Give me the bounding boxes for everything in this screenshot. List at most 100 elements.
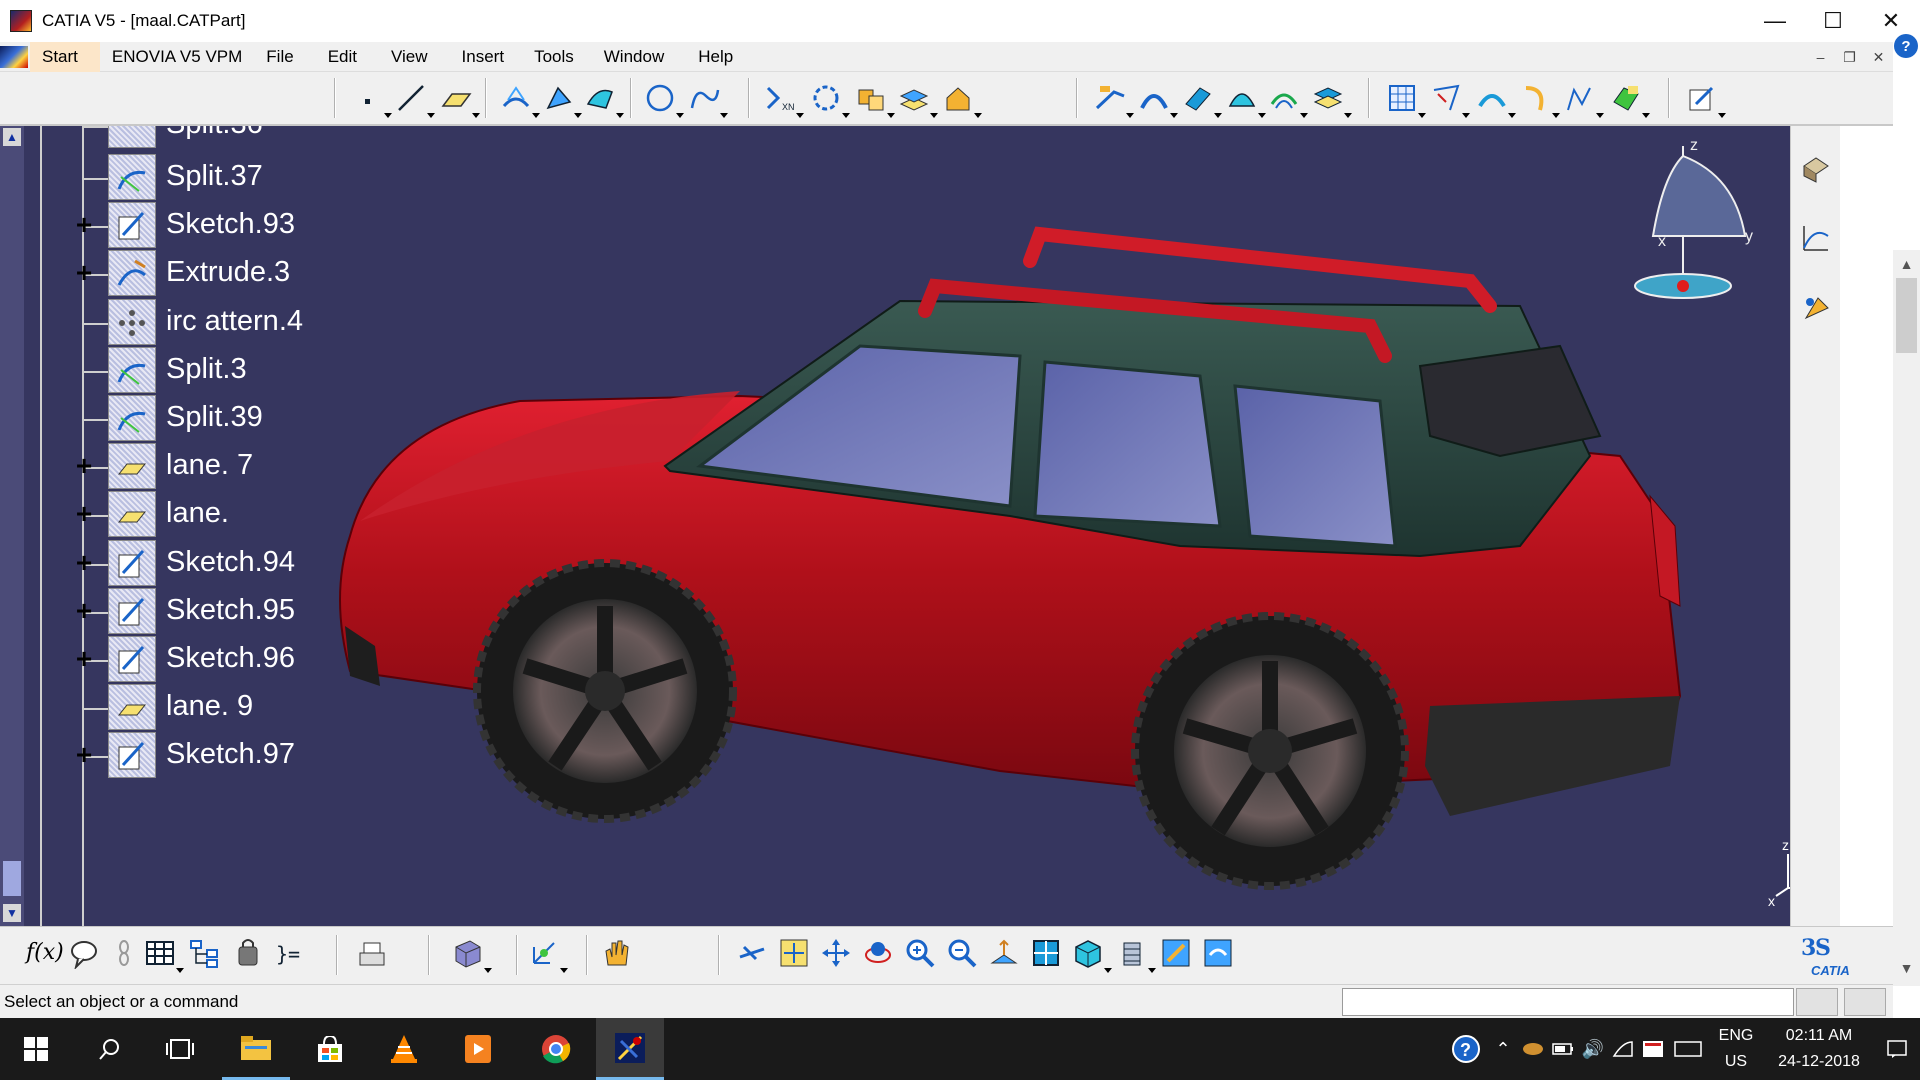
window-right-scrollbar[interactable]: ▲ ▼ xyxy=(1893,250,1920,986)
drive-icon[interactable] xyxy=(1518,1018,1548,1080)
spline-icon[interactable] xyxy=(688,82,728,118)
right-scroll-thumb[interactable] xyxy=(1896,278,1917,353)
menu-view[interactable]: View xyxy=(379,42,440,72)
zoom-out-icon[interactable] xyxy=(946,937,978,969)
3d-viewport[interactable]: ▲ ▼ Split.36 Split.37+Sketch.93+Extrude.… xyxy=(0,126,1840,926)
arc-connect-icon[interactable] xyxy=(1476,82,1516,118)
doc-close-button[interactable]: ✕ xyxy=(1864,49,1893,66)
comment-icon[interactable] xyxy=(68,937,100,971)
house-surface-icon[interactable] xyxy=(942,82,982,118)
normal-view-icon[interactable] xyxy=(988,937,1020,969)
right-scroll-down-icon[interactable]: ▼ xyxy=(1893,960,1920,976)
hook-curve-icon[interactable] xyxy=(1520,82,1560,118)
menu-help[interactable]: Help xyxy=(686,42,745,72)
part-body-icon[interactable] xyxy=(452,937,492,973)
sweep-icon[interactable] xyxy=(584,82,624,118)
chrome-icon[interactable] xyxy=(522,1018,590,1080)
vlc-icon[interactable] xyxy=(370,1018,438,1080)
line-icon[interactable] xyxy=(395,82,435,118)
revolve-icon[interactable] xyxy=(542,82,582,118)
rotate-icon[interactable] xyxy=(862,937,894,969)
keyboard-icon[interactable] xyxy=(1668,1018,1708,1080)
iso-view-icon[interactable] xyxy=(1072,937,1112,973)
right-scroll-up-icon[interactable]: ▲ xyxy=(1893,256,1920,272)
multi-view-icon[interactable] xyxy=(1030,937,1062,969)
input-language[interactable]: ENG US xyxy=(1708,1023,1764,1075)
battery-icon[interactable] xyxy=(1548,1018,1578,1080)
windows-start-icon[interactable] xyxy=(2,1018,70,1080)
compass-widget[interactable]: z x y xyxy=(1634,137,1753,299)
join-icon[interactable]: XN xyxy=(764,82,804,118)
minimize-button[interactable]: — xyxy=(1746,0,1804,42)
draft-analysis-icon[interactable] xyxy=(1564,82,1604,118)
menu-start[interactable]: Start xyxy=(30,41,100,72)
hierarchy-icon[interactable] xyxy=(188,937,220,969)
catia-menu-logo-icon[interactable] xyxy=(0,45,28,68)
stack-surfaces-icon[interactable] xyxy=(898,82,938,118)
fit-all-icon[interactable] xyxy=(778,937,810,969)
volume-icon[interactable]: 🔊 xyxy=(1578,1018,1608,1080)
car-model-render[interactable]: z x y z x y xyxy=(0,126,1840,926)
help-badge-icon[interactable]: ? xyxy=(1894,34,1918,58)
menu-window[interactable]: Window xyxy=(592,42,676,72)
curvature-icon[interactable] xyxy=(1430,82,1470,118)
fill-surface-icon[interactable] xyxy=(1226,82,1266,118)
knowledge-icon[interactable] xyxy=(232,937,264,969)
translate-icon[interactable] xyxy=(855,82,895,118)
catia-app-icon[interactable] xyxy=(10,10,32,32)
catalog-icon[interactable] xyxy=(356,937,388,969)
chevron-up-icon[interactable]: ⌃ xyxy=(1488,1018,1518,1080)
task-view-icon[interactable] xyxy=(146,1018,214,1080)
media-player-icon[interactable] xyxy=(444,1018,512,1080)
store-icon[interactable] xyxy=(296,1018,364,1080)
layers-icon[interactable] xyxy=(1312,82,1352,118)
compass-y-label: y xyxy=(1745,228,1753,245)
diamond-icon[interactable] xyxy=(1610,82,1650,118)
curve-analysis-icon[interactable] xyxy=(1800,222,1832,254)
plane-icon[interactable] xyxy=(440,82,480,118)
search-icon[interactable] xyxy=(76,1018,144,1080)
offset-surface-icon[interactable] xyxy=(1182,82,1222,118)
grid-analysis-icon[interactable] xyxy=(1386,82,1426,118)
fly-mode-icon[interactable] xyxy=(736,937,768,969)
menu-enovia[interactable]: ENOVIA V5 VPM xyxy=(100,42,254,72)
menu-insert[interactable]: Insert xyxy=(450,42,517,72)
pan-icon[interactable] xyxy=(820,937,852,969)
action-center-icon[interactable] xyxy=(1874,1018,1920,1080)
apply-material-icon[interactable] xyxy=(1800,292,1832,324)
command-input[interactable] xyxy=(1342,988,1794,1016)
menu-edit[interactable]: Edit xyxy=(316,42,369,72)
chain-icon[interactable] xyxy=(108,937,140,969)
status-button-1[interactable] xyxy=(1796,988,1838,1016)
point-icon[interactable] xyxy=(352,82,392,118)
help-tray-icon[interactable]: ? xyxy=(1444,1018,1488,1080)
menu-file[interactable]: File xyxy=(254,42,305,72)
parameter-icon[interactable]: }= xyxy=(274,937,306,969)
boundary-icon[interactable] xyxy=(810,82,850,118)
status-button-2[interactable] xyxy=(1844,988,1886,1016)
maximize-button[interactable]: ☐ xyxy=(1804,0,1862,42)
taskbar-clock[interactable]: 02:11 AM 24-12-2018 xyxy=(1764,1023,1874,1075)
shading-icon[interactable] xyxy=(1116,937,1156,973)
multisection-icon[interactable] xyxy=(1268,82,1308,118)
extrude-icon[interactable] xyxy=(500,82,540,118)
blend-icon[interactable] xyxy=(1094,82,1134,118)
wifi-icon[interactable] xyxy=(1608,1018,1638,1080)
notification-app-icon[interactable] xyxy=(1638,1018,1668,1080)
menu-tools[interactable]: Tools xyxy=(522,42,586,72)
file-explorer-icon[interactable] xyxy=(222,1018,290,1080)
swap-space-icon[interactable] xyxy=(1202,937,1234,969)
catia-taskbar-icon[interactable] xyxy=(596,1018,664,1080)
arch-surface-icon[interactable] xyxy=(1138,82,1178,118)
axis-system-icon[interactable] xyxy=(528,937,568,973)
sketcher-icon[interactable] xyxy=(1686,82,1726,118)
hand-icon[interactable] xyxy=(600,937,632,969)
table-icon[interactable] xyxy=(144,937,184,973)
doc-restore-button[interactable]: ❐ xyxy=(1835,49,1864,66)
formula-button[interactable]: f(x) xyxy=(26,937,64,969)
circle-icon[interactable] xyxy=(644,82,684,118)
render-style-icon[interactable] xyxy=(1800,152,1832,184)
hide-show-icon[interactable] xyxy=(1160,937,1192,969)
zoom-in-icon[interactable] xyxy=(904,937,936,969)
doc-minimize-button[interactable]: – xyxy=(1806,49,1835,65)
